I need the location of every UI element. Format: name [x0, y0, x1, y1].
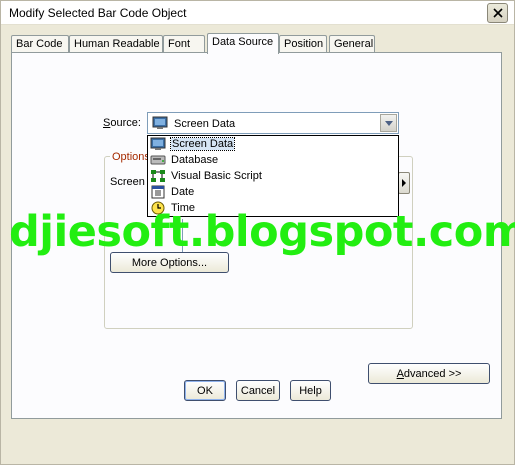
- advanced-button[interactable]: Advanced >>: [368, 363, 490, 384]
- tab-human-readable[interactable]: Human Readable: [69, 35, 163, 53]
- dropdown-item-label: Date: [171, 186, 195, 198]
- screen-label: Screen: [110, 176, 145, 188]
- monitor-icon: [152, 116, 168, 133]
- close-icon: [492, 8, 503, 18]
- close-button[interactable]: [487, 3, 508, 23]
- source-label-text: ource:: [110, 117, 141, 129]
- tab-data-source[interactable]: Data Source: [207, 33, 279, 54]
- options-legend: Options: [110, 151, 152, 163]
- source-select-value: Screen Data: [174, 118, 236, 130]
- dropdown-item-date[interactable]: Date: [148, 184, 398, 200]
- dropdown-item-label: Database: [171, 154, 219, 166]
- advanced-label: dvanced >>: [403, 367, 462, 380]
- screen-expand-button[interactable]: [398, 172, 410, 194]
- monitor-icon: [150, 137, 166, 151]
- cancel-button[interactable]: Cancel: [236, 380, 280, 401]
- source-select[interactable]: Screen Data: [147, 112, 399, 134]
- title-bar: Modify Selected Bar Code Object: [1, 1, 514, 25]
- ok-button[interactable]: OK: [184, 380, 226, 401]
- help-button[interactable]: Help: [290, 380, 331, 401]
- tab-position[interactable]: Position: [279, 35, 327, 53]
- dialog-window: Modify Selected Bar Code Object Bar Code…: [0, 0, 515, 465]
- tab-general[interactable]: General: [329, 35, 375, 53]
- calendar-icon: [150, 185, 166, 199]
- database-icon: [150, 153, 166, 167]
- watermark-text: djiesoft.blogspot.com: [9, 207, 515, 257]
- source-label: Source:: [103, 117, 141, 129]
- source-select-arrow[interactable]: [380, 114, 397, 132]
- advanced-accel: A: [396, 367, 404, 380]
- tab-font[interactable]: Font: [163, 35, 205, 53]
- source-dropdown-list: Screen Data Database Visual Basic Script…: [147, 135, 399, 217]
- dropdown-item-label: Screen Data: [169, 137, 236, 151]
- dropdown-item-screen-data[interactable]: Screen Data: [148, 136, 398, 152]
- dropdown-item-database[interactable]: Database: [148, 152, 398, 168]
- tab-bar-code[interactable]: Bar Code: [11, 35, 69, 53]
- dropdown-item-label: Visual Basic Script: [171, 170, 262, 182]
- chevron-right-icon: [402, 179, 406, 187]
- dropdown-item-visual-basic-script[interactable]: Visual Basic Script: [148, 168, 398, 184]
- window-title: Modify Selected Bar Code Object: [9, 6, 187, 20]
- script-flowchart-icon: [150, 169, 166, 183]
- chevron-down-icon: [384, 120, 393, 126]
